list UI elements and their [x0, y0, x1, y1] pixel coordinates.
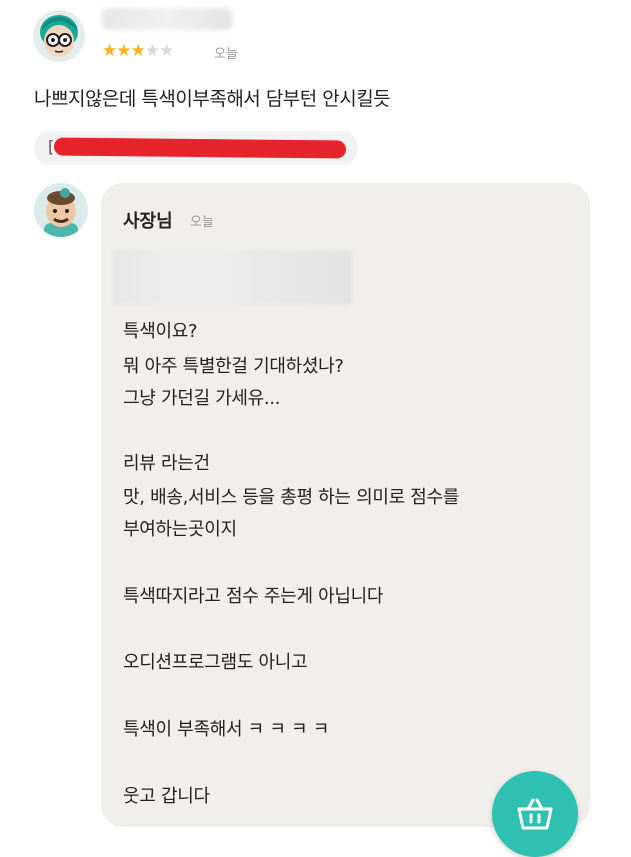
- reply-line: 맛, 배송,서비스 등을 총평 하는 의미로 점수를: [123, 487, 460, 508]
- owner-name: 사장님: [123, 211, 173, 232]
- redaction-mark: [53, 137, 347, 159]
- star-icon: ★: [130, 41, 146, 61]
- reply-line: 오디션프로그램도 아니고: [123, 652, 308, 673]
- review-time: 오늘: [214, 47, 238, 62]
- review-text: 나쁘지않은데 특색이부족해서 담부턴 안시킬듯: [34, 88, 391, 110]
- reply-line: 리뷰 라는건: [123, 453, 210, 474]
- reviewer-avatar-illustration: [33, 10, 85, 62]
- reply-time: 오늘: [190, 215, 214, 230]
- reply-line: 특색따지라고 점수 주는게 아닙니다: [123, 586, 384, 607]
- rating-stars: ★★★★★: [102, 40, 174, 62]
- reply-line: 뭐 아주 특별한걸 기대하셨나?: [123, 356, 344, 377]
- reply-line: 특색이요?: [123, 321, 198, 342]
- reply-line: 부여하는곳이지: [123, 519, 237, 540]
- reply-line: 특색이 부족해서 ㅋ ㅋ ㅋ ㅋ: [123, 719, 329, 740]
- ordered-menu-chip[interactable]: [: [34, 131, 358, 165]
- star-icon: ★: [102, 41, 117, 61]
- reply-line: 웃고 갑니다: [123, 786, 210, 807]
- star-icon: ★: [159, 41, 174, 61]
- owner-avatar: [34, 183, 88, 237]
- cart-button[interactable]: [492, 771, 578, 857]
- owner-avatar-illustration: [34, 183, 88, 237]
- reviewer-name-blurred: [102, 8, 232, 30]
- shopping-basket-icon: [517, 798, 553, 830]
- reply-line: 그냥 가던길 가세유...: [123, 388, 281, 409]
- star-icon: ★: [116, 41, 131, 61]
- reviewer-avatar[interactable]: [33, 10, 85, 62]
- reply-header-blurred: [113, 250, 352, 305]
- star-icon: ★: [144, 41, 160, 61]
